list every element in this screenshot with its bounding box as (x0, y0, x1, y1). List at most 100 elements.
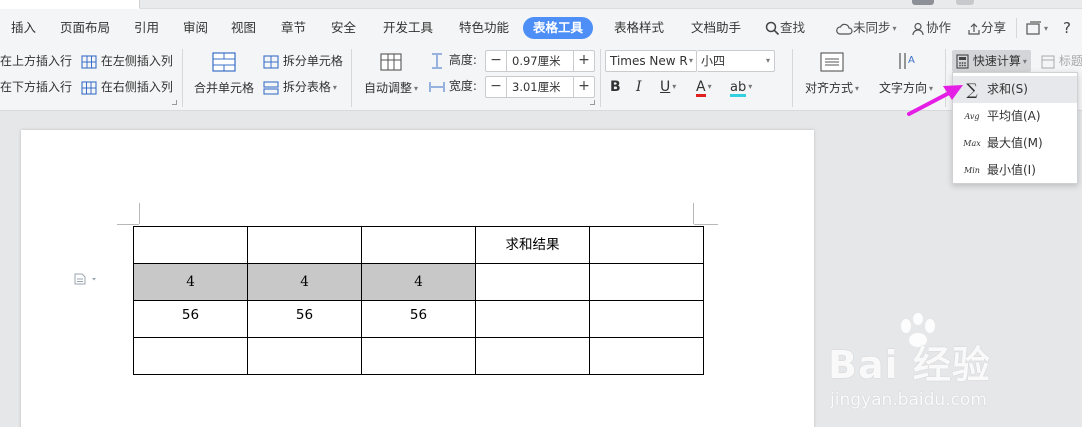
tab-developer[interactable]: 开发工具 (383, 19, 433, 37)
insert-col-right-label: 在右侧插入列 (100, 80, 173, 94)
menu-item-sum[interactable]: ∑ 求和(S) (953, 76, 1077, 103)
font-size-value[interactable]: 小四 (701, 51, 725, 71)
table-cell[interactable]: 56 (361, 300, 476, 338)
table-cell[interactable] (133, 226, 248, 264)
table-cell[interactable]: 4 (247, 263, 362, 301)
divider (182, 49, 183, 107)
tab-doc-assistant[interactable]: 文档助手 (691, 19, 741, 37)
menu-item-min[interactable]: Min 最小值(I) (953, 157, 1077, 184)
table-row (133, 337, 704, 375)
window-control-icon[interactable] (956, 0, 974, 5)
tab-security[interactable]: 安全 (331, 19, 356, 37)
table-cell[interactable] (475, 263, 590, 301)
chevron-down-icon[interactable]: ▾ (689, 56, 693, 65)
table-cell[interactable] (589, 300, 704, 338)
tab-table-tools[interactable]: 表格工具 (523, 17, 594, 39)
quick-calc-label: 快速计算 (972, 54, 1021, 68)
collab-button[interactable]: 协作 (912, 19, 951, 37)
font-color-button[interactable]: A ▾ (696, 77, 712, 97)
decrease-height-button[interactable]: − (486, 51, 507, 71)
tab-page-layout[interactable]: 页面布局 (60, 19, 110, 37)
table-cell[interactable] (475, 300, 590, 338)
help-button[interactable]: ? (1063, 19, 1071, 37)
underline-button[interactable]: U ▾ (660, 77, 676, 97)
merge-cells-button[interactable]: 合并单元格 (192, 51, 256, 96)
table-cell[interactable] (133, 337, 248, 375)
align-icon (820, 52, 844, 72)
sync-status-button[interactable]: 未同步 ▾ (836, 19, 897, 37)
table-cell[interactable] (589, 337, 704, 375)
tab-references[interactable]: 引用 (134, 19, 159, 37)
group-expand-icon[interactable] (590, 100, 595, 105)
increase-height-button[interactable]: + (573, 51, 594, 71)
quick-calc-button[interactable]: 快速计算 ▾ (952, 50, 1031, 72)
baidu-watermark: Bai 经验 jingyan.baidu.com (828, 312, 1078, 422)
font-name-select[interactable]: Times New R ▾ (605, 50, 697, 72)
width-label-text: 宽度: (448, 79, 477, 93)
share-button[interactable]: 分享 (967, 19, 1006, 37)
text-direction-icon: A (899, 53, 915, 69)
chevron-down-icon: ▾ (892, 23, 897, 33)
font-size-select[interactable]: 小四 ▾ (697, 50, 775, 72)
document-tab-edge[interactable] (0, 0, 140, 9)
document-page[interactable]: 求和结果 4 4 4 56 56 56 (21, 130, 814, 427)
insert-row-above-button[interactable]: 在上方插入行 (0, 51, 72, 71)
more-options-button[interactable]: ▾ (1026, 19, 1048, 37)
bold-icon[interactable]: B (610, 77, 621, 97)
auto-fit-button[interactable]: 自动调整 ▾ (361, 51, 421, 96)
tab-view[interactable]: 视图 (231, 19, 256, 37)
table-cell[interactable] (247, 337, 362, 375)
watermark-url: jingyan.baidu.com (830, 390, 987, 410)
tab-section[interactable]: 章节 (281, 19, 306, 37)
table-cell[interactable] (475, 337, 590, 375)
row-height-value[interactable]: 0.97厘米 (512, 51, 561, 71)
font-name-value[interactable]: Times New R (610, 51, 688, 71)
split-table-button[interactable]: 拆分表格 ▾ (263, 77, 337, 97)
user-icon (912, 22, 924, 35)
table-cell[interactable]: 4 (133, 263, 248, 301)
increase-width-button[interactable]: + (573, 77, 594, 97)
group-expand-icon[interactable] (172, 100, 177, 105)
alignment-button[interactable]: 对齐方式 ▾ (800, 51, 864, 96)
table-cell[interactable] (247, 226, 362, 264)
row-height-input[interactable]: − 0.97厘米 + (485, 50, 595, 72)
alignment-label: 对齐方式 (804, 81, 853, 95)
split-cells-button[interactable]: 拆分单元格 (263, 51, 343, 71)
window-control-icon[interactable] (912, 0, 934, 5)
paragraph-marker[interactable] (74, 273, 100, 288)
decrease-width-button[interactable]: − (486, 77, 507, 97)
table-cell[interactable]: 求和结果 (475, 226, 590, 264)
tab-special-features[interactable]: 特色功能 (459, 19, 509, 37)
col-width-input[interactable]: − 3.01厘米 + (485, 76, 595, 98)
insert-row-below-button[interactable]: 在下方插入行 (0, 77, 72, 97)
divider (351, 49, 352, 107)
table-cell[interactable] (589, 226, 704, 264)
table-cell[interactable] (361, 226, 476, 264)
tab-review[interactable]: 审阅 (183, 19, 208, 37)
table-cell[interactable]: 56 (247, 300, 362, 338)
title-row-repeat-button[interactable]: 标题 (1041, 51, 1082, 71)
menu-bar: 插入 页面布局 引用 审阅 视图 章节 安全 开发工具 特色功能 表格工具 表格… (0, 9, 1082, 45)
window-top-strip (0, 0, 1082, 9)
chevron-down-icon: ▾ (748, 82, 753, 91)
tab-insert[interactable]: 插入 (11, 19, 36, 37)
menu-item-max[interactable]: Max 最大值(M) (953, 130, 1077, 157)
chevron-down-icon[interactable]: ▾ (766, 56, 770, 65)
table-cell[interactable] (589, 263, 704, 301)
col-width-value[interactable]: 3.01厘米 (512, 77, 561, 97)
table-cell[interactable] (361, 337, 476, 375)
search-button[interactable]: 查找 (765, 19, 805, 37)
min-icon: Min (964, 166, 980, 175)
data-table[interactable]: 求和结果 4 4 4 56 56 56 (133, 226, 704, 375)
insert-column-left-icon (81, 54, 97, 69)
highlight-button[interactable]: ab ▾ (730, 77, 752, 97)
table-cell[interactable]: 4 (361, 263, 476, 301)
insert-col-left-button[interactable]: 在左侧插入列 (81, 51, 173, 71)
tab-table-style[interactable]: 表格样式 (614, 19, 664, 37)
insert-col-right-button[interactable]: 在右侧插入列 (81, 77, 173, 97)
divider (1016, 18, 1017, 38)
menu-item-average[interactable]: Avg 平均值(A) (953, 103, 1077, 130)
table-cell[interactable]: 56 (133, 300, 248, 338)
italic-icon[interactable]: I (636, 77, 642, 97)
sync-label: 未同步 (853, 20, 891, 35)
